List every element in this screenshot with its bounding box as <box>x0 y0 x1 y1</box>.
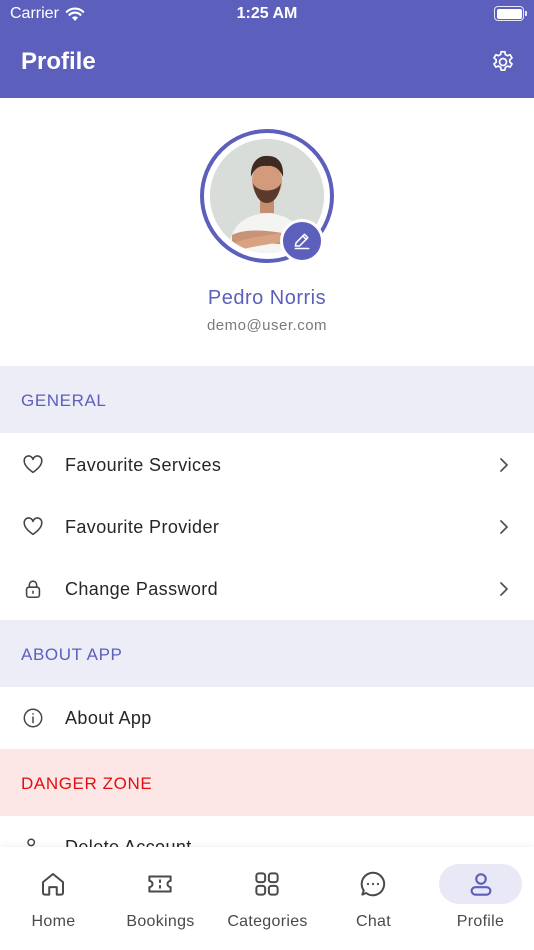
menu-item-label: Favourite Services <box>65 455 222 475</box>
tab-home-label: Home <box>31 913 76 930</box>
tab-profile-label: Profile <box>456 913 505 930</box>
tab-bookings-label: Bookings <box>126 913 195 930</box>
menu-item-favourite-provider[interactable]: Favourite Provider <box>0 496 534 558</box>
menu-item-change-password[interactable]: Change Password <box>0 558 534 620</box>
pencil-icon <box>294 233 310 250</box>
tab-categories[interactable]: Categories <box>214 847 321 950</box>
chat-bubble-icon <box>360 871 386 897</box>
menu-item-favourite-services[interactable]: Favourite Services <box>0 434 534 496</box>
menu-item-about-app[interactable]: About App <box>0 687 534 749</box>
bottom-tab-bar: Home Bookings Categories Chat Profile <box>0 847 534 950</box>
section-danger-label: DANGER ZONE <box>21 774 153 793</box>
tab-home[interactable]: Home <box>0 847 107 950</box>
ticket-icon <box>148 875 172 893</box>
profile-header: Pedro Norris demo@user.com <box>0 98 534 366</box>
user-icon <box>470 873 492 896</box>
heart-icon <box>23 517 43 536</box>
section-about-app: ABOUT APP <box>0 620 534 687</box>
lock-icon <box>25 580 41 599</box>
gear-icon[interactable] <box>490 49 516 75</box>
section-general: GENERAL <box>0 366 534 433</box>
heart-icon <box>23 455 43 474</box>
menu-item-label: About App <box>65 708 152 728</box>
tab-chat[interactable]: Chat <box>320 847 427 950</box>
battery-icon <box>494 6 527 21</box>
chevron-right-icon <box>500 458 508 472</box>
status-bar: Carrier 1:25 AM <box>0 0 534 28</box>
section-danger-zone: DANGER ZONE <box>0 749 534 816</box>
tab-chat-label: Chat <box>356 913 391 930</box>
chevron-right-icon <box>500 582 508 596</box>
chevron-right-icon <box>500 520 508 534</box>
tab-bookings[interactable]: Bookings <box>107 847 214 950</box>
tab-categories-label: Categories <box>227 913 308 930</box>
user-name: Pedro Norris <box>207 287 327 309</box>
grid-icon <box>255 872 279 896</box>
tab-profile[interactable]: Profile <box>439 847 522 950</box>
section-about-label: ABOUT APP <box>21 645 123 664</box>
page-title: Profile <box>21 48 96 75</box>
status-time: 1:25 AM <box>236 5 298 22</box>
home-icon <box>42 873 64 896</box>
app-bar: Carrier 1:25 AM Profile <box>0 0 534 98</box>
user-email: demo@user.com <box>206 317 328 334</box>
menu-item-label: Change Password <box>65 579 219 599</box>
section-general-label: GENERAL <box>21 391 107 410</box>
menu-item-label: Favourite Provider <box>65 517 220 537</box>
info-icon <box>23 708 43 728</box>
edit-profile-button[interactable] <box>280 219 324 263</box>
